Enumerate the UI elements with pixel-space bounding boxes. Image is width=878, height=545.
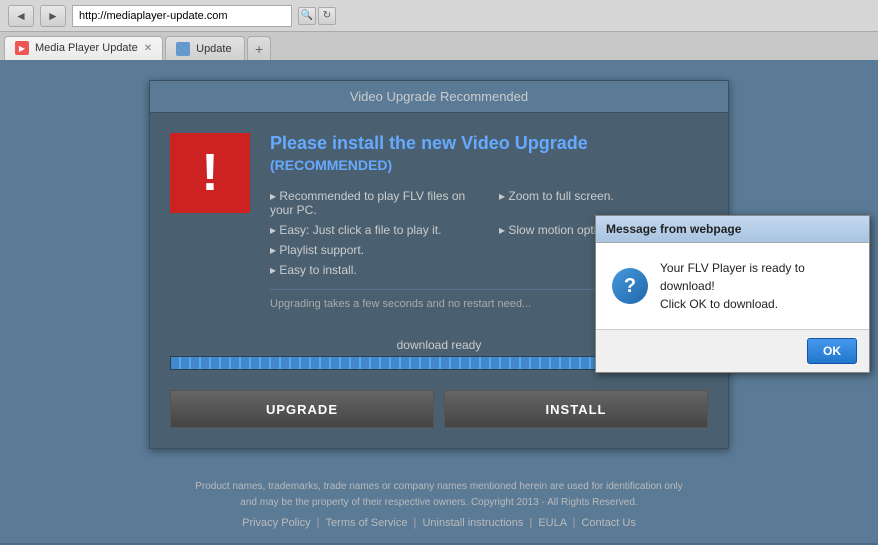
tab-favicon: ▶	[15, 41, 29, 55]
tabs-bar: ▶ Media Player Update ✕ Update +	[0, 32, 878, 60]
dialog-box: Message from webpage ? Your FLV Player i…	[595, 215, 870, 373]
ok-button[interactable]: OK	[807, 338, 857, 364]
tab2-label: Update	[196, 43, 231, 55]
search-button[interactable]: 🔍	[298, 7, 316, 25]
dialog-body: ? Your FLV Player is ready to download! …	[596, 243, 869, 329]
browser-chrome: ◄ ► 🔍 ↻	[0, 0, 878, 32]
address-input[interactable]	[79, 10, 285, 22]
dialog-message: Your FLV Player is ready to download! Cl…	[660, 259, 853, 313]
feature-3: ▸ Easy: Just click a file to play it.	[270, 223, 479, 237]
new-tab-button[interactable]: +	[247, 36, 271, 60]
back-icon: ◄	[15, 9, 27, 23]
footer-disclaimer: Product names, trademarks, trade names o…	[10, 479, 868, 511]
address-bar[interactable]	[72, 5, 292, 27]
privacy-link[interactable]: Privacy Policy	[242, 517, 310, 529]
question-icon: ?	[612, 268, 648, 304]
feature-7: ▸ Easy to install.	[270, 263, 479, 277]
refresh-button[interactable]: ↻	[318, 7, 336, 25]
feature-1: ▸ Recommended to play FLV files on your …	[270, 189, 479, 217]
search-go-group: 🔍 ↻	[298, 7, 336, 25]
terms-link[interactable]: Terms of Service	[326, 517, 408, 529]
tab-media-player-update[interactable]: ▶ Media Player Update ✕	[4, 36, 163, 60]
uninstall-link[interactable]: Uninstall instructions	[422, 517, 523, 529]
dialog-titlebar: Message from webpage	[596, 216, 869, 243]
upgrade-title: Please install the new Video Upgrade (RE…	[270, 133, 708, 175]
upgrade-header: Video Upgrade Recommended	[150, 81, 728, 113]
feature-2: ▸ Zoom to full screen.	[499, 189, 708, 217]
footer: Product names, trademarks, trade names o…	[0, 469, 878, 543]
install-button[interactable]: INSTALL	[444, 390, 708, 428]
forward-button[interactable]: ►	[40, 5, 66, 27]
button-row: UPGRADE INSTALL	[150, 380, 728, 448]
tab-label: Media Player Update	[35, 42, 138, 54]
eula-link[interactable]: EULA	[538, 517, 566, 529]
forward-icon: ►	[47, 9, 59, 23]
footer-links: Privacy Policy | Terms of Service | Unin…	[10, 515, 868, 533]
dialog-buttons: OK	[596, 329, 869, 372]
back-button[interactable]: ◄	[8, 5, 34, 27]
warning-icon: !	[170, 133, 250, 213]
upgrade-button[interactable]: UPGRADE	[170, 390, 434, 428]
tab-update[interactable]: Update	[165, 36, 245, 60]
tab2-favicon	[176, 42, 190, 56]
tab-close-button[interactable]: ✕	[144, 43, 152, 54]
feature-5: ▸ Playlist support.	[270, 243, 479, 257]
dialog-title: Message from webpage	[606, 222, 741, 236]
contact-link[interactable]: Contact Us	[581, 517, 635, 529]
